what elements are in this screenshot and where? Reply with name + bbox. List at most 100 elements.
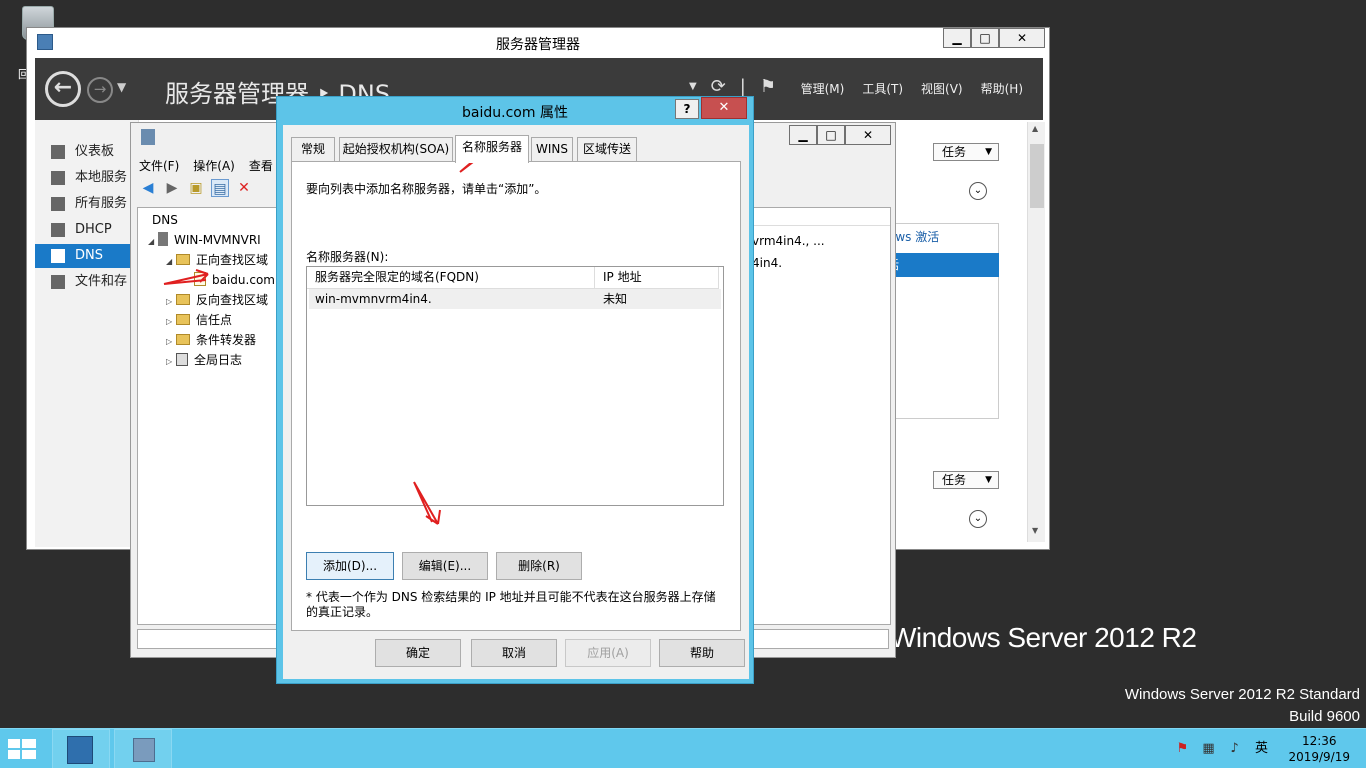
- sidebar: 仪表板 本地服务 所有服务 DHCP DNS 文件和存: [35, 120, 139, 547]
- cancel-button[interactable]: 取消: [471, 639, 557, 667]
- menu-help[interactable]: 帮助(H): [981, 80, 1023, 97]
- clock-time: 12:36: [1301, 734, 1337, 748]
- detail-pane: vrm4in4., ... 4in4.: [751, 207, 891, 625]
- menu-file[interactable]: 文件(F): [139, 157, 179, 174]
- expand-icon[interactable]: ⌄: [969, 182, 987, 200]
- chevron-down-icon[interactable]: ▼: [117, 80, 126, 94]
- tasks-dropdown[interactable]: 任务 ▼: [933, 143, 999, 161]
- maximize-button[interactable]: □: [817, 125, 845, 145]
- menu-tools[interactable]: 工具(T): [862, 80, 903, 97]
- collapse-icon[interactable]: ◢: [166, 252, 176, 272]
- ok-button[interactable]: 确定: [375, 639, 461, 667]
- tree-node-baidu-zone[interactable]: baidu.com: [194, 270, 275, 290]
- remove-button[interactable]: 删除(R): [496, 552, 582, 580]
- tree-node-trust-points[interactable]: ▷ 信任点: [166, 310, 232, 330]
- edition-line: Windows Server 2012 R2 Standard: [1124, 686, 1360, 703]
- title-bar[interactable]: 服务器管理器 ▁ □ ✕: [27, 28, 1049, 56]
- detail-row[interactable]: vrm4in4., ...: [752, 234, 825, 248]
- maximize-button[interactable]: □: [971, 28, 999, 48]
- dashboard-icon: [51, 145, 65, 159]
- tasks-label: 任务: [942, 145, 967, 159]
- sidebar-item-dns[interactable]: DNS: [35, 244, 139, 268]
- column-header-fqdn[interactable]: 服务器完全限定的域名(FQDN): [307, 267, 595, 289]
- expand-icon[interactable]: ▷: [166, 312, 176, 332]
- up-folder-icon[interactable]: ▣: [187, 179, 205, 197]
- tree-node-server[interactable]: ◢ WIN-MVMNVRI: [148, 230, 261, 250]
- table-row[interactable]: win-mvmnvrm4in4. 未知: [309, 289, 721, 309]
- sidebar-item-file-storage[interactable]: 文件和存: [35, 270, 139, 294]
- tree-node-forward-zones[interactable]: ◢ 正向查找区域: [166, 250, 268, 270]
- expand-icon[interactable]: ▷: [166, 292, 176, 312]
- tree-node-global-logs[interactable]: ▷ 全局日志: [166, 350, 242, 370]
- tree-node-dns[interactable]: DNS: [142, 210, 178, 230]
- network-icon[interactable]: ▦: [1200, 741, 1216, 757]
- close-button[interactable]: ✕: [999, 28, 1045, 48]
- scroll-down-icon[interactable]: ▼: [1032, 526, 1038, 535]
- delete-icon[interactable]: ✕: [235, 179, 253, 197]
- menu-view[interactable]: 查看: [249, 157, 273, 174]
- help-footer-button[interactable]: 帮助: [659, 639, 745, 667]
- menu-manage[interactable]: 管理(M): [801, 80, 845, 97]
- system-tray: ⚑ ▦ ♪ 英 12:36 2019/9/19: [1174, 729, 1366, 768]
- help-button[interactable]: ?: [675, 99, 699, 119]
- ime-indicator[interactable]: 英: [1252, 741, 1270, 757]
- menu-action[interactable]: 操作(A): [193, 157, 235, 174]
- sidebar-item-label: 仪表板: [75, 144, 115, 159]
- chevron-down-icon[interactable]: ▼: [689, 76, 697, 98]
- detail-row[interactable]: 4in4.: [752, 256, 782, 270]
- sidebar-item-label: 所有服务: [75, 196, 128, 211]
- expand-icon[interactable]: ▷: [166, 332, 176, 352]
- collapse-icon[interactable]: ◢: [148, 232, 158, 252]
- clock[interactable]: 12:36 2019/9/19: [1288, 733, 1350, 765]
- cell-ip: 未知: [603, 292, 628, 306]
- refresh-icon[interactable]: ⟳: [711, 76, 726, 98]
- show-tree-icon[interactable]: ▤: [211, 179, 229, 197]
- back-arrow-icon[interactable]: ◀: [139, 179, 157, 197]
- tab-soa[interactable]: 起始授权机构(SOA): [339, 137, 453, 161]
- column-header-ip[interactable]: IP 地址: [595, 267, 719, 289]
- server-icon: [51, 171, 65, 185]
- expand-icon[interactable]: ⌄: [969, 510, 987, 528]
- windows-start-icon[interactable]: [6, 737, 38, 761]
- sidebar-item-dhcp[interactable]: DHCP: [35, 218, 139, 242]
- back-arrow-icon[interactable]: ←: [45, 71, 81, 107]
- minimize-button[interactable]: ▁: [943, 28, 971, 48]
- minimize-button[interactable]: ▁: [789, 125, 817, 145]
- tree-label: 反向查找区域: [196, 293, 269, 307]
- cell-fqdn: win-mvmnvrm4in4.: [315, 292, 432, 306]
- tab-wins[interactable]: WINS: [531, 137, 573, 161]
- detail-header: [752, 208, 890, 226]
- action-center-icon[interactable]: ⚑: [1174, 741, 1190, 757]
- tab-page: 要向列表中添加名称服务器，请单击“添加”。 名称服务器(N): 服务器完全限定的…: [291, 161, 741, 631]
- tab-general[interactable]: 常规: [291, 137, 335, 161]
- taskbar-server-manager[interactable]: [52, 729, 110, 768]
- tab-zone-transfers[interactable]: 区域传送: [577, 137, 637, 161]
- expand-icon[interactable]: ▷: [166, 352, 176, 372]
- taskbar-dns-manager[interactable]: [114, 729, 172, 768]
- close-button[interactable]: ✕: [845, 125, 891, 145]
- close-button[interactable]: ✕: [701, 97, 747, 119]
- forward-arrow-icon[interactable]: ▶: [163, 179, 181, 197]
- server-icon: [158, 232, 168, 246]
- selected-row[interactable]: 括: [887, 253, 999, 277]
- tab-name-servers[interactable]: 名称服务器: [455, 135, 529, 163]
- add-button[interactable]: 添加(D)...: [306, 552, 394, 580]
- tree-node-reverse-zones[interactable]: ▷ 反向查找区域: [166, 290, 268, 310]
- scroll-thumb[interactable]: [1030, 144, 1044, 208]
- flag-icon[interactable]: ⚑: [760, 76, 776, 98]
- dns-manager-icon: [133, 738, 155, 762]
- vertical-scrollbar[interactable]: ▲ ▼: [1027, 122, 1045, 542]
- sidebar-item-all-servers[interactable]: 所有服务: [35, 192, 139, 216]
- volume-muted-icon[interactable]: ♪: [1226, 741, 1242, 757]
- name-servers-list[interactable]: 服务器完全限定的域名(FQDN) IP 地址 win-mvmnvrm4in4. …: [306, 266, 724, 506]
- sidebar-item-local-server[interactable]: 本地服务: [35, 166, 139, 190]
- forward-arrow-icon[interactable]: →: [87, 77, 113, 103]
- scroll-up-icon[interactable]: ▲: [1032, 124, 1038, 133]
- edit-button[interactable]: 编辑(E)...: [402, 552, 488, 580]
- menu-bar: 文件(F) 操作(A) 查看: [139, 157, 273, 174]
- divider: |: [739, 76, 746, 97]
- sidebar-item-dashboard[interactable]: 仪表板: [35, 140, 139, 164]
- tree-node-conditional-forwarders[interactable]: ▷ 条件转发器: [166, 330, 256, 350]
- tasks-dropdown-2[interactable]: 任务 ▼: [933, 471, 999, 489]
- menu-view[interactable]: 视图(V): [921, 80, 963, 97]
